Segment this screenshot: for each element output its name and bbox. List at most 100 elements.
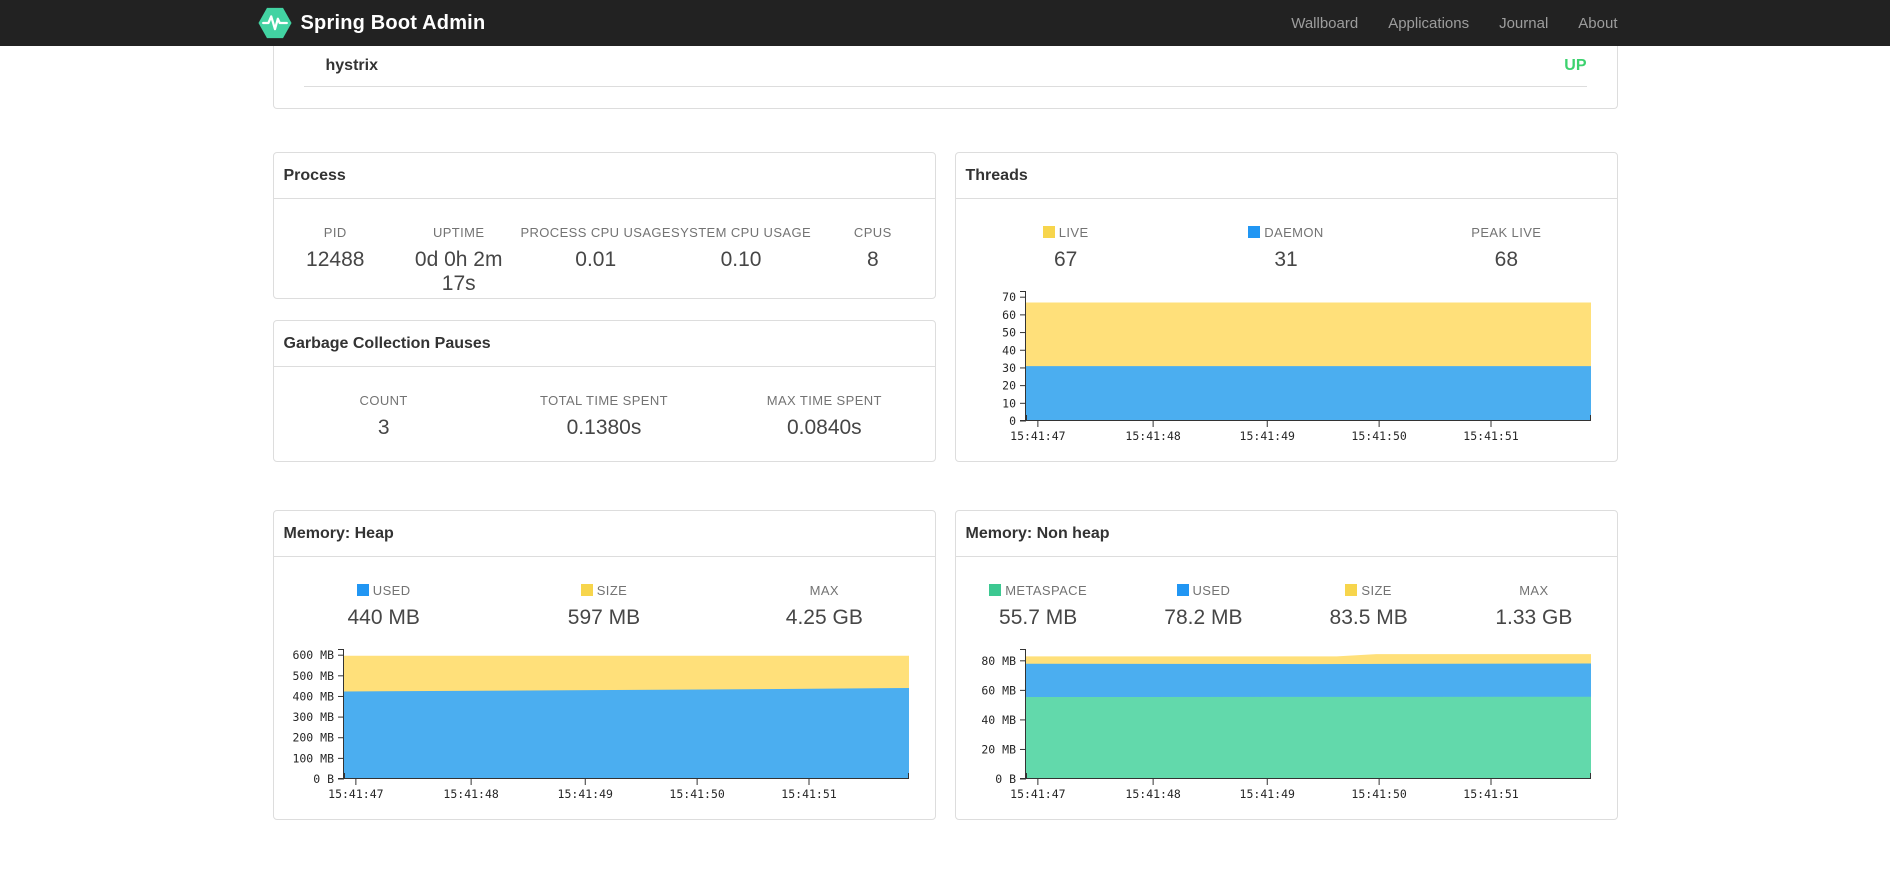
stat-max-time-spent: MAX TIME SPENT 0.0840s — [714, 393, 934, 440]
stat-pid: PID 12488 — [274, 225, 397, 296]
process-card: Process PID 12488 UPTIME 0d 0h 2m 17s PROCES… — [272, 152, 936, 299]
stat-value: 1.33 GB — [1495, 606, 1573, 629]
gc-pauses-card: Garbage Collection Pauses COUNT 3 TOTAL TI… — [272, 320, 936, 462]
stat-label: MAX — [1519, 583, 1549, 598]
stat-daemon: DAEMON 31 — [1176, 225, 1396, 272]
stat-label: USED — [274, 583, 494, 598]
bottom-spacer — [273, 820, 1618, 890]
app-title: Spring Boot Admin — [300, 11, 486, 34]
stat-label: CPUS — [853, 225, 892, 240]
legend-marker-icon — [1248, 226, 1261, 238]
memory-heap-chart: 0 B 100 MB 200 MB 300 MB 400 MB 500 MB 600 MB 1… — [274, 643, 935, 805]
svg-text:40 MB: 40 MB — [981, 713, 1016, 727]
process-card-title: Process — [273, 153, 935, 199]
top-navbar: Spring Boot Admin Wallboard Applications J… — [0, 0, 1890, 46]
health-indicator-name: hystrix — [325, 57, 378, 74]
svg-text:500 MB: 500 MB — [292, 669, 334, 683]
stat-label: SYSTEM CPU USAGE — [671, 225, 812, 240]
stat-value: 0d 0h 2m 17s — [414, 248, 503, 295]
svg-text:40: 40 — [1002, 343, 1016, 357]
stat-value: 0.1380s — [566, 416, 642, 439]
svg-text:400 MB: 400 MB — [292, 689, 334, 703]
stat-total-time-spent: TOTAL TIME SPENT 0.1380s — [494, 393, 714, 440]
stat-max: MAX 1.33 GB — [1451, 583, 1616, 630]
stat-metaspace: METASPACE 55.7 MB — [956, 583, 1121, 630]
stat-process-cpu-usage: PROCESS CPU USAGE 0.01 — [520, 225, 671, 296]
stat-label: SIZE — [494, 583, 714, 598]
svg-text:600 MB: 600 MB — [292, 648, 334, 662]
svg-text:15:41:50: 15:41:50 — [669, 787, 724, 801]
legend-marker-icon — [989, 584, 1002, 596]
stat-peak-live: PEAK LIVE 68 — [1396, 225, 1616, 272]
stat-value: 83.5 MB — [1329, 606, 1408, 629]
stat-value: 31 — [1274, 248, 1298, 271]
stat-label: METASPACE — [956, 583, 1121, 598]
stat-value: 55.7 MB — [999, 606, 1078, 629]
stat-live: LIVE 67 — [956, 225, 1176, 272]
svg-text:10: 10 — [1002, 396, 1016, 410]
svg-text:60 MB: 60 MB — [981, 683, 1016, 697]
svg-text:15:41:51: 15:41:51 — [1463, 787, 1518, 801]
svg-text:70: 70 — [1002, 290, 1016, 304]
stat-label: PEAK LIVE — [1471, 225, 1542, 240]
stat-value: 0.01 — [575, 248, 617, 271]
svg-text:50: 50 — [1002, 326, 1016, 340]
svg-text:30: 30 — [1002, 361, 1016, 375]
svg-text:20: 20 — [1002, 379, 1016, 393]
nav-link-journal[interactable]: Journal — [1484, 2, 1563, 45]
svg-text:15:41:50: 15:41:50 — [1351, 787, 1406, 801]
brand[interactable]: Spring Boot Admin — [257, 6, 486, 40]
legend-marker-icon — [356, 584, 369, 596]
stat-system-cpu-usage: SYSTEM CPU USAGE 0.10 — [671, 225, 811, 296]
svg-text:100 MB: 100 MB — [292, 751, 334, 765]
threads-chart: 0 10 20 30 40 50 60 70 15:41:47 15:41:48 15:41:49 1… — [956, 285, 1617, 447]
stat-used: USED 440 MB — [274, 583, 494, 630]
nav-link-about[interactable]: About — [1563, 2, 1632, 45]
svg-text:15:41:48: 15:41:48 — [1125, 787, 1180, 801]
stat-value: 78.2 MB — [1164, 606, 1243, 629]
gc-card-title: Garbage Collection Pauses — [273, 321, 935, 367]
svg-text:15:41:47: 15:41:47 — [1010, 787, 1065, 801]
nav-link-wallboard[interactable]: Wallboard — [1276, 2, 1373, 45]
stat-value: 68 — [1494, 248, 1518, 271]
svg-text:15:41:50: 15:41:50 — [1351, 429, 1406, 443]
svg-text:20 MB: 20 MB — [981, 742, 1016, 756]
stat-value: 440 MB — [347, 606, 420, 629]
svg-text:15:41:49: 15:41:49 — [557, 787, 612, 801]
svg-text:300 MB: 300 MB — [292, 710, 334, 724]
memory-nonheap-card: Memory: Non heap METASPACE 55.7 MB USED 78.… — [954, 510, 1618, 820]
nav-links: Wallboard Applications Journal About — [1276, 2, 1632, 45]
svg-text:15:41:51: 15:41:51 — [781, 787, 836, 801]
stat-label: PID — [323, 225, 347, 240]
memory-heap-card-title: Memory: Heap — [273, 511, 935, 557]
stat-label: PROCESS CPU USAGE — [520, 225, 671, 240]
status-badge: UP — [1564, 57, 1587, 74]
stat-label: SIZE — [1286, 583, 1451, 598]
stat-value: 67 — [1053, 248, 1078, 271]
svg-text:15:41:48: 15:41:48 — [1125, 429, 1180, 443]
svg-text:15:41:49: 15:41:49 — [1239, 787, 1294, 801]
health-indicator-row: hystrix UP — [304, 46, 1587, 86]
stat-value: 0.10 — [720, 248, 762, 271]
stat-value: 3 — [377, 416, 390, 439]
svg-text:15:41:49: 15:41:49 — [1239, 429, 1294, 443]
divider — [303, 86, 1587, 87]
threads-legend-stats: LIVE 67 DAEMON 31 PEAK LIVE 68 — [956, 199, 1617, 272]
svg-text:15:41:47: 15:41:47 — [1010, 429, 1065, 443]
stat-value: 12488 — [306, 248, 365, 271]
stat-value: 0.0840s — [786, 416, 862, 439]
nav-link-applications[interactable]: Applications — [1373, 2, 1484, 45]
stat-value: 597 MB — [567, 606, 641, 629]
svg-text:0 B: 0 B — [995, 772, 1016, 786]
svg-text:80 MB: 80 MB — [981, 654, 1016, 668]
memory-heap-legend-stats: USED 440 MB SIZE 597 MB MAX 4.25 GB — [274, 557, 935, 630]
stat-used: USED 78.2 MB — [1121, 583, 1286, 630]
legend-marker-icon — [1042, 226, 1055, 238]
stat-count: COUNT 3 — [274, 393, 494, 440]
application-details-card: hystrix UP — [272, 46, 1618, 109]
stat-size: SIZE 597 MB — [494, 583, 714, 630]
svg-text:15:41:48: 15:41:48 — [443, 787, 498, 801]
stat-label: MAX — [809, 583, 839, 598]
svg-text:0: 0 — [1009, 414, 1016, 428]
stat-max: MAX 4.25 GB — [714, 583, 934, 630]
